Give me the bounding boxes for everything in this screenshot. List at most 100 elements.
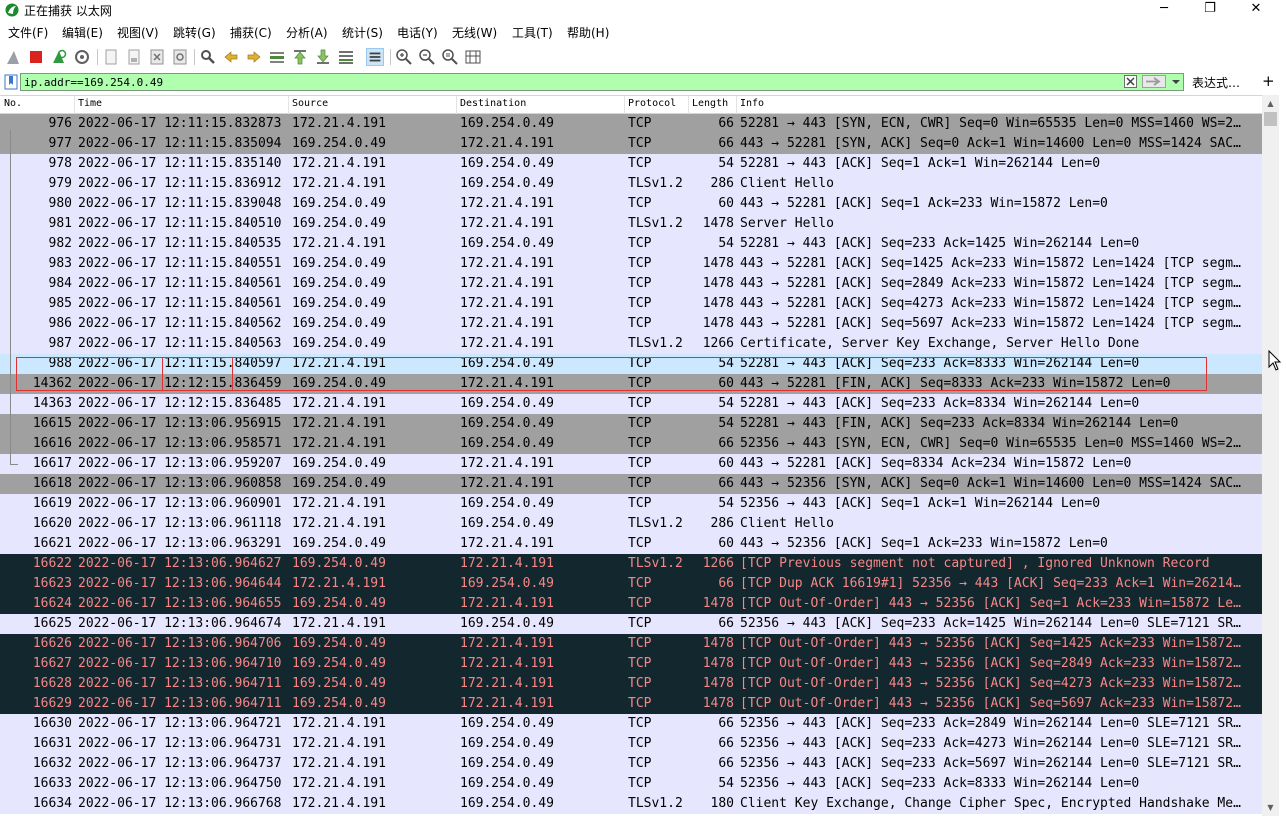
column-header-time[interactable]: Time	[78, 98, 102, 109]
menu-analyze[interactable]: 分析(A)	[286, 24, 328, 41]
packet-row[interactable]: 16625 2022-06-17 12:13:06.964674 172.21.4.…	[0, 614, 1262, 634]
packet-row[interactable]: 985 2022-06-17 12:11:15.840561 169.254.0.4…	[0, 294, 1262, 314]
packet-row[interactable]: 16617 2022-06-17 12:13:06.959207 169.254.0…	[0, 454, 1262, 474]
packet-row[interactable]: 986 2022-06-17 12:11:15.840562 169.254.0.4…	[0, 314, 1262, 334]
close-button[interactable]: ✕	[1233, 0, 1279, 20]
go-to-packet-icon[interactable]	[268, 48, 286, 66]
menu-tools[interactable]: 工具(T)	[512, 24, 553, 41]
packet-row[interactable]: 16631 2022-06-17 12:13:06.964731 172.21.4.…	[0, 734, 1262, 754]
cell-length: 1478	[702, 696, 734, 711]
packet-row[interactable]: 977 2022-06-17 12:11:15.835094 169.254.0.4…	[0, 134, 1262, 154]
packet-row[interactable]: 16624 2022-06-17 12:13:06.964655 169.254.0…	[0, 594, 1262, 614]
window-title: 正在捕获 以太网	[24, 4, 112, 18]
resize-columns-icon[interactable]	[464, 48, 482, 66]
cell-length: 286	[710, 516, 734, 531]
menu-help[interactable]: 帮助(H)	[567, 24, 609, 41]
packet-row[interactable]: 16619 2022-06-17 12:13:06.960901 172.21.4.…	[0, 494, 1262, 514]
close-file-icon[interactable]	[148, 48, 166, 66]
packet-list-scrollbar[interactable]: ▲ ▼	[1262, 95, 1279, 816]
cell-source: 169.254.0.49	[292, 676, 386, 691]
scrollbar-thumb[interactable]	[1264, 112, 1277, 126]
zoom-out-icon[interactable]	[418, 48, 436, 66]
column-header-length[interactable]: Length	[692, 98, 728, 109]
stop-capture-icon[interactable]	[27, 48, 45, 66]
go-back-icon[interactable]	[222, 48, 240, 66]
display-filter-input[interactable]	[20, 73, 1184, 91]
open-file-icon[interactable]	[102, 48, 120, 66]
cell-time: 2022-06-17 12:13:06.964674	[78, 616, 282, 631]
cell-time: 2022-06-17 12:11:15.840562	[78, 316, 282, 331]
save-file-icon[interactable]	[125, 48, 143, 66]
shark-fin-start-icon[interactable]	[5, 48, 23, 66]
packet-row[interactable]: 16632 2022-06-17 12:13:06.964737 172.21.4.…	[0, 754, 1262, 774]
packet-row[interactable]: 979 2022-06-17 12:11:15.836912 172.21.4.19…	[0, 174, 1262, 194]
column-header-protocol[interactable]: Protocol	[628, 98, 676, 109]
menu-telephony[interactable]: 电话(Y)	[397, 24, 438, 41]
packet-row[interactable]: 16618 2022-06-17 12:13:06.960858 169.254.0…	[0, 474, 1262, 494]
menu-view[interactable]: 视图(V)	[117, 24, 159, 41]
menu-statistics[interactable]: 统计(S)	[342, 24, 383, 41]
clear-filter-icon[interactable]	[1124, 75, 1137, 88]
packet-row[interactable]: 16627 2022-06-17 12:13:06.964710 169.254.0…	[0, 654, 1262, 674]
packet-row[interactable]: 978 2022-06-17 12:11:15.835140 172.21.4.19…	[0, 154, 1262, 174]
packet-row[interactable]: 980 2022-06-17 12:11:15.839048 169.254.0.4…	[0, 194, 1262, 214]
menu-capture[interactable]: 捕获(C)	[230, 24, 272, 41]
packet-row[interactable]: 16626 2022-06-17 12:13:06.964706 169.254.0…	[0, 634, 1262, 654]
packet-row[interactable]: 16615 2022-06-17 12:13:06.956915 172.21.4.…	[0, 414, 1262, 434]
packet-row[interactable]: 16621 2022-06-17 12:13:06.963291 169.254.0…	[0, 534, 1262, 554]
packet-row[interactable]: 16623 2022-06-17 12:13:06.964644 172.21.4.…	[0, 574, 1262, 594]
capture-options-icon[interactable]	[73, 48, 91, 66]
scroll-up-arrow-icon[interactable]: ▲	[1262, 95, 1279, 112]
column-header-destination[interactable]: Destination	[460, 98, 526, 109]
filter-history-dropdown-icon[interactable]	[1170, 75, 1182, 88]
column-header-source[interactable]: Source	[292, 98, 328, 109]
packet-row[interactable]: 976 2022-06-17 12:11:15.832873 172.21.4.19…	[0, 114, 1262, 134]
column-header-no[interactable]: No.	[4, 98, 22, 109]
cell-protocol: TLSv1.2	[628, 796, 683, 811]
packet-row[interactable]: 16622 2022-06-17 12:13:06.964627 169.254.0…	[0, 554, 1262, 574]
cell-protocol: TCP	[628, 576, 652, 591]
expression-button[interactable]: 表达式…	[1192, 74, 1240, 91]
cell-length: 66	[718, 736, 734, 751]
packet-row[interactable]: 983 2022-06-17 12:11:15.840551 169.254.0.4…	[0, 254, 1262, 274]
packet-row[interactable]: 16630 2022-06-17 12:13:06.964721 172.21.4.…	[0, 714, 1262, 734]
maximize-button[interactable]: ❐	[1187, 0, 1233, 20]
minimize-button[interactable]: ─	[1141, 0, 1187, 20]
menu-edit[interactable]: 编辑(E)	[62, 24, 103, 41]
packet-row[interactable]: 16616 2022-06-17 12:13:06.958571 172.21.4.…	[0, 434, 1262, 454]
packet-row[interactable]: 16629 2022-06-17 12:13:06.964711 169.254.0…	[0, 694, 1262, 714]
cell-time: 2022-06-17 12:11:15.840510	[78, 216, 282, 231]
menu-go[interactable]: 跳转(G)	[173, 24, 216, 41]
apply-filter-icon[interactable]	[1142, 75, 1166, 88]
packet-row[interactable]: 982 2022-06-17 12:11:15.840535 172.21.4.19…	[0, 234, 1262, 254]
colorize-icon[interactable]	[366, 48, 384, 66]
packet-row[interactable]: 14363 2022-06-17 12:12:15.836485 172.21.4.…	[0, 394, 1262, 414]
packet-row[interactable]: 987 2022-06-17 12:11:15.840563 169.254.0.4…	[0, 334, 1262, 354]
packet-row[interactable]: 16628 2022-06-17 12:13:06.964711 169.254.0…	[0, 674, 1262, 694]
packet-row[interactable]: 16620 2022-06-17 12:13:06.961118 172.21.4.…	[0, 514, 1262, 534]
cell-protocol: TCP	[628, 196, 652, 211]
go-forward-icon[interactable]	[245, 48, 263, 66]
packet-row[interactable]: 16633 2022-06-17 12:13:06.964750 172.21.4.…	[0, 774, 1262, 794]
add-filter-button[interactable]: +	[1262, 72, 1275, 90]
zoom-normal-icon[interactable]	[441, 48, 459, 66]
column-header-info[interactable]: Info	[740, 98, 764, 109]
restart-capture-icon[interactable]	[50, 48, 68, 66]
menu-file[interactable]: 文件(F)	[8, 24, 48, 41]
cell-protocol: TCP	[628, 616, 652, 631]
go-first-icon[interactable]	[291, 48, 309, 66]
packet-row[interactable]: 984 2022-06-17 12:11:15.840561 169.254.0.4…	[0, 274, 1262, 294]
packet-row[interactable]: 981 2022-06-17 12:11:15.840510 169.254.0.4…	[0, 214, 1262, 234]
packet-row[interactable]: 16634 2022-06-17 12:13:06.966768 172.21.4.…	[0, 794, 1262, 814]
filter-bookmark-icon[interactable]	[4, 74, 18, 90]
cell-source: 169.254.0.49	[292, 216, 386, 231]
cell-info: 443 → 52356 [SYN, ACK] Seq=0 Ack=1 Win=1…	[740, 476, 1241, 491]
autoscroll-icon[interactable]	[337, 48, 355, 66]
cell-info: 52356 → 443 [ACK] Seq=233 Ack=5697 Win=2…	[740, 756, 1241, 771]
go-last-icon[interactable]	[314, 48, 332, 66]
find-packet-icon[interactable]	[199, 48, 217, 66]
zoom-in-icon[interactable]	[395, 48, 413, 66]
menu-wireless[interactable]: 无线(W)	[452, 24, 497, 41]
reload-file-icon[interactable]	[171, 48, 189, 66]
scroll-down-arrow-icon[interactable]: ▼	[1262, 799, 1279, 816]
